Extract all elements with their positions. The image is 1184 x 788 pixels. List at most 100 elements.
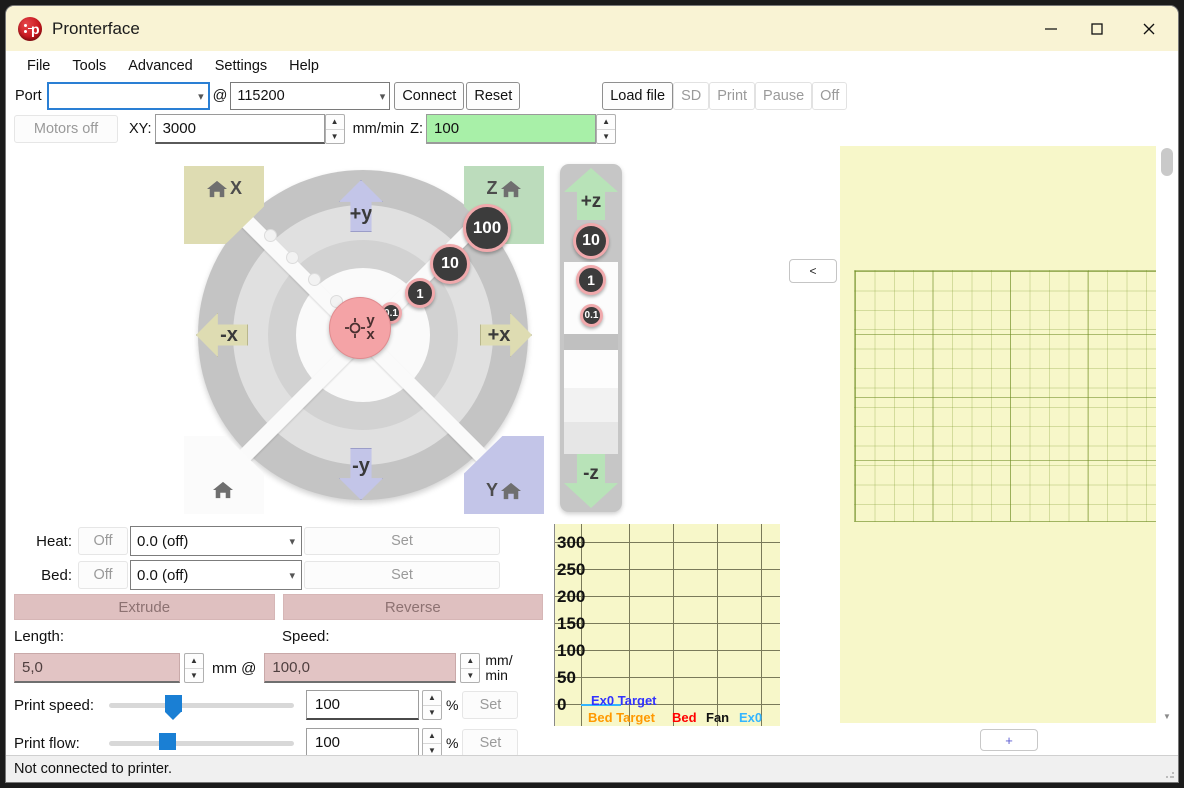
z-step-10-cell[interactable]: 10 <box>564 220 618 262</box>
print-flow-input[interactable]: 100 <box>306 728 419 755</box>
connect-button[interactable]: Connect <box>394 82 465 110</box>
bed-row: Bed: Off 0.0 (off) ▾ Set <box>6 558 551 592</box>
print-speed-stepper[interactable]: ▲ ▼ <box>422 690 442 720</box>
bed-temp-select[interactable]: 0.0 (off) ▾ <box>130 560 302 590</box>
xy-speed-stepper-up[interactable]: ▲ <box>325 115 344 130</box>
xy-speed-stepper[interactable]: ▲ ▼ <box>324 114 345 144</box>
z-speed-stepper-down[interactable]: ▼ <box>597 130 615 144</box>
gcode-zoom-in-button[interactable]: + <box>980 729 1038 751</box>
z-slot-1[interactable] <box>564 350 618 388</box>
z-step-0.1-cell[interactable]: 0.1 <box>564 301 618 334</box>
extrude-length-input[interactable]: 5,0 <box>14 653 180 683</box>
menu-tools[interactable]: Tools <box>61 55 117 77</box>
control-pane: X Z Y +y -y -x +x 0.1 1 10 100 y x +z 10… <box>6 146 838 755</box>
gcode-vertical-scrollbar[interactable]: ▲ ▼ <box>1156 146 1178 723</box>
bed-toggle-button[interactable]: Off <box>78 561 128 589</box>
heater-row: Heat: Off 0.0 (off) ▾ Set <box>6 524 551 558</box>
z-speed-stepper-up[interactable]: ▲ <box>597 115 616 130</box>
z-slot-2[interactable] <box>564 388 618 422</box>
extrude-length-stepper[interactable]: ▲ ▼ <box>184 653 204 683</box>
print-speed-slider-knob[interactable] <box>165 695 182 720</box>
motors-off-button[interactable]: Motors off <box>14 115 118 143</box>
print-speed-stepper-up[interactable]: ▲ <box>423 691 441 706</box>
print-flow-stepper-up[interactable]: ▲ <box>423 729 441 744</box>
minimize-icon[interactable] <box>1028 6 1074 51</box>
pause-button[interactable]: Pause <box>755 82 813 110</box>
extrude-speed-stepper-up[interactable]: ▲ <box>461 654 480 669</box>
resize-grip-icon[interactable] <box>1165 769 1175 779</box>
jog-minus-x-label: -x <box>220 323 238 346</box>
y-tick-200: 200 <box>557 587 586 606</box>
gcode-viewer[interactable] <box>840 146 1164 723</box>
heat-temp-select[interactable]: 0.0 (off) ▾ <box>130 526 302 556</box>
window-title: Pronterface <box>52 18 140 38</box>
heat-temp-value: 0.0 (off) <box>137 532 189 550</box>
xy-speed-input[interactable]: 3000 <box>154 114 325 144</box>
print-speed-input[interactable]: 100 <box>306 690 419 720</box>
print-speed-slider[interactable] <box>109 694 294 720</box>
home-icon <box>500 180 521 197</box>
status-text: Not connected to printer. <box>14 761 172 777</box>
home-icon <box>501 482 521 499</box>
print-speed-unit: % <box>446 697 459 713</box>
extrude-button[interactable]: Extrude <box>14 594 275 620</box>
extrude-speed-stepper[interactable]: ▲ ▼ <box>460 653 481 683</box>
chevron-down-icon: ▾ <box>289 569 295 582</box>
y-tick-300: 300 <box>557 533 586 552</box>
port-select[interactable]: ▾ <box>46 82 210 110</box>
heat-set-button[interactable]: Set <box>304 527 500 555</box>
z-step-0.1-button[interactable]: 0.1 <box>580 304 603 327</box>
load-file-button[interactable]: Load file <box>602 82 674 110</box>
xy-speed-stepper-down[interactable]: ▼ <box>326 130 344 144</box>
maximize-icon[interactable] <box>1074 6 1120 51</box>
origin-icon <box>345 318 366 338</box>
z-slot-3[interactable] <box>564 422 618 454</box>
xy-step-1-button[interactable]: 1 <box>405 278 435 308</box>
print-speed-set-button[interactable]: Set <box>462 691 519 719</box>
extrude-speed-units-line2: min <box>485 667 508 683</box>
print-speed-stepper-down[interactable]: ▼ <box>423 706 441 720</box>
extrude-length-stepper-down[interactable]: ▼ <box>185 669 203 683</box>
xy-step-100-button[interactable]: 100 <box>463 204 511 252</box>
print-flow-slider[interactable] <box>109 732 294 754</box>
baudrate-select[interactable]: 115200 ▾ <box>230 82 391 110</box>
print-flow-stepper[interactable]: ▲ ▼ <box>422 728 442 755</box>
z-step-10-button[interactable]: 10 <box>573 223 609 259</box>
hub-label-x: x <box>366 326 375 343</box>
sd-button[interactable]: SD <box>673 82 710 110</box>
jog-minus-z-button[interactable]: -z <box>564 454 618 508</box>
print-flow-slider-knob[interactable] <box>159 733 176 750</box>
pronterface-logo-icon: p <box>18 16 42 41</box>
print-flow-set-button[interactable]: Set <box>462 729 519 755</box>
extrude-length-stepper-up[interactable]: ▲ <box>185 654 203 669</box>
print-flow-row: Print flow: 100 ▲ ▼ % Set <box>6 724 551 755</box>
jog-plus-z-button[interactable]: +z <box>564 168 618 220</box>
bed-set-button[interactable]: Set <box>304 561 500 589</box>
print-flow-stepper-down[interactable]: ▼ <box>423 744 441 756</box>
z-step-1-button[interactable]: 1 <box>576 265 606 295</box>
scroll-down-icon[interactable]: ▼ <box>1156 709 1178 723</box>
menu-help[interactable]: Help <box>278 55 330 77</box>
reverse-button[interactable]: Reverse <box>282 594 543 620</box>
z-speed-stepper[interactable]: ▲ ▼ <box>596 114 617 144</box>
menu-advanced[interactable]: Advanced <box>117 55 204 77</box>
extrude-speed-stepper-down[interactable]: ▼ <box>461 669 479 683</box>
reset-button[interactable]: Reset <box>466 82 521 110</box>
menu-settings[interactable]: Settings <box>204 55 278 77</box>
temperature-graph[interactable]: 300 250 200 150 100 50 0 Ex0 Target Bed … <box>554 524 780 726</box>
print-flow-label: Print flow: <box>14 734 80 752</box>
xy-step-10-button[interactable]: 10 <box>430 244 470 284</box>
z-speed-input[interactable]: 100 <box>426 114 597 144</box>
print-button[interactable]: Print <box>709 82 756 110</box>
jog-center-hub[interactable]: y x <box>329 297 391 359</box>
z-jog-control: +z 10 1 0.1 -z <box>560 164 622 512</box>
off-button[interactable]: Off <box>812 82 848 110</box>
extrude-speed-input[interactable]: 100,0 <box>264 653 457 683</box>
close-icon[interactable] <box>1120 6 1178 51</box>
collapse-panel-button[interactable]: < <box>789 259 837 283</box>
menu-file[interactable]: File <box>16 55 61 77</box>
z-step-1-cell[interactable]: 1 <box>564 262 618 301</box>
scrollbar-thumb[interactable] <box>1161 148 1173 176</box>
heat-toggle-button[interactable]: Off <box>78 527 128 555</box>
speed-label: Speed: <box>282 627 330 645</box>
